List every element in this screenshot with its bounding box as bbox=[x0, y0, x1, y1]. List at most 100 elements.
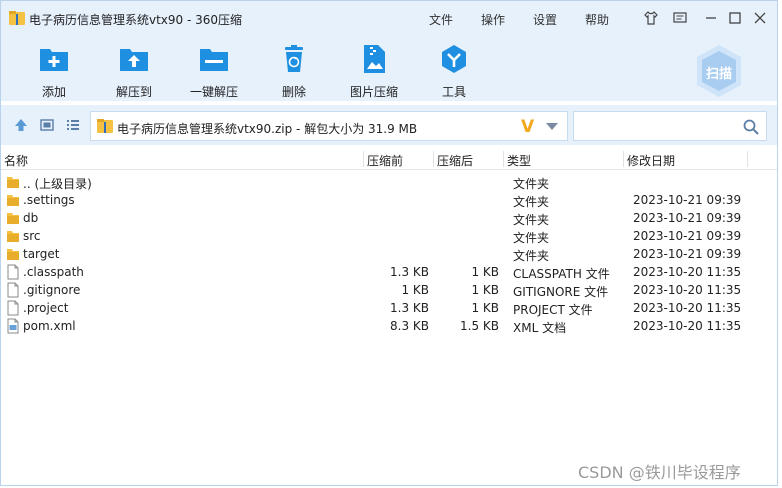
delete-label: 删除 bbox=[281, 85, 306, 99]
thumbnail-view-icon[interactable] bbox=[39, 117, 55, 133]
file-name: .. (上级目录) bbox=[23, 177, 92, 191]
modified-date: 2023-10-20 11:35 bbox=[633, 283, 742, 297]
folder-icon bbox=[6, 210, 20, 226]
add-button[interactable]: 添加 bbox=[18, 41, 90, 99]
one-click-extract-icon bbox=[200, 49, 228, 71]
v-badge-icon[interactable]: V bbox=[521, 117, 534, 137]
extract-to-button[interactable]: 解压到 bbox=[98, 41, 170, 99]
column-divider[interactable] bbox=[747, 151, 748, 167]
modified-date: 2023-10-20 11:35 bbox=[633, 301, 742, 315]
column-divider[interactable] bbox=[503, 151, 504, 167]
compressed-size: 1 KB bbox=[471, 301, 499, 315]
file-row[interactable]: .classpath 1.3 KB 1 KB CLASSPATH 文件 2023-10-… bbox=[1, 263, 777, 281]
modified-date: 2023-10-20 11:35 bbox=[633, 265, 742, 279]
search-input[interactable] bbox=[573, 111, 767, 141]
compressed-size: 1 KB bbox=[471, 265, 499, 279]
archive-path-field[interactable]: 电子病历信息管理系统vtx90.zip - 解包大小为 31.9 MB V bbox=[90, 111, 568, 141]
folder-icon bbox=[6, 174, 20, 190]
modified-date: 2023-10-21 09:39 bbox=[633, 193, 742, 207]
add-label: 添加 bbox=[41, 85, 66, 99]
list-view-icon[interactable] bbox=[65, 117, 81, 133]
up-arrow-icon[interactable] bbox=[13, 117, 29, 133]
file-type: GITIGNORE 文件 bbox=[513, 285, 609, 299]
menu-operation[interactable]: 操作 bbox=[481, 11, 505, 28]
file-name: target bbox=[23, 247, 60, 261]
close-icon[interactable] bbox=[752, 10, 768, 26]
image-compress-label: 图片压缩 bbox=[349, 85, 398, 99]
tools-button[interactable]: 工具 bbox=[418, 41, 490, 99]
file-list-header: 名称 压缩前 压缩后 类型 修改日期 bbox=[1, 149, 777, 170]
archive-path-text: 电子病历信息管理系统vtx90.zip - 解包大小为 31.9 MB bbox=[117, 122, 418, 136]
column-original-size[interactable]: 压缩前 bbox=[367, 152, 403, 169]
address-bar: 电子病历信息管理系统vtx90.zip - 解包大小为 31.9 MB V bbox=[1, 105, 777, 145]
file-icon bbox=[6, 264, 20, 280]
skin-icon[interactable] bbox=[643, 10, 659, 26]
image-compress-icon bbox=[364, 45, 385, 73]
modified-date: 2023-10-21 09:39 bbox=[633, 211, 742, 225]
archive-app-icon bbox=[9, 11, 25, 25]
toolbar: 添加 解压到 一键解压 删除 图片压缩 工具 扫描 bbox=[1, 35, 777, 101]
file-type: CLASSPATH 文件 bbox=[513, 267, 610, 281]
column-compressed-size[interactable]: 压缩后 bbox=[437, 152, 473, 169]
minimize-icon[interactable] bbox=[703, 10, 719, 26]
xml-file-icon bbox=[6, 318, 20, 334]
path-dropdown-icon[interactable] bbox=[546, 123, 558, 130]
extract-to-icon bbox=[120, 49, 148, 71]
file-name: pom.xml bbox=[23, 319, 76, 333]
column-divider[interactable] bbox=[363, 151, 364, 167]
menu-file[interactable]: 文件 bbox=[429, 11, 453, 28]
archive-file-icon bbox=[97, 119, 113, 133]
compressed-size: 1 KB bbox=[471, 283, 499, 297]
one-click-extract-label: 一键解压 bbox=[189, 85, 238, 99]
modified-date: 2023-10-21 09:39 bbox=[633, 247, 742, 261]
file-type: 文件夹 bbox=[513, 249, 550, 263]
compressed-size: 1.5 KB bbox=[460, 319, 499, 333]
maximize-icon[interactable] bbox=[727, 10, 743, 26]
file-row[interactable]: .. (上级目录) 文件夹 bbox=[1, 173, 777, 191]
title-bar: 电子病历信息管理系统vtx90 - 360压缩 文件 操作 设置 帮助 bbox=[1, 1, 777, 35]
delete-button[interactable]: 删除 bbox=[258, 41, 330, 99]
tools-label: 工具 bbox=[441, 85, 466, 99]
file-name: src bbox=[23, 229, 41, 243]
app-window: 电子病历信息管理系统vtx90 - 360压缩 文件 操作 设置 帮助 添加 解… bbox=[0, 0, 778, 486]
one-click-extract-button[interactable]: 一键解压 bbox=[178, 41, 250, 99]
file-type: 文件夹 bbox=[513, 213, 550, 227]
file-row[interactable]: target 文件夹 2023-10-21 09:39 bbox=[1, 245, 777, 263]
delete-icon bbox=[285, 45, 303, 72]
column-divider[interactable] bbox=[433, 151, 434, 167]
file-name: .gitignore bbox=[23, 283, 81, 297]
scan-label: 扫描 bbox=[705, 67, 732, 82]
file-name: db bbox=[23, 211, 39, 225]
feedback-icon[interactable] bbox=[672, 10, 688, 26]
file-row[interactable]: src 文件夹 2023-10-21 09:39 bbox=[1, 227, 777, 245]
scan-button[interactable]: 扫描 bbox=[693, 43, 745, 99]
add-icon bbox=[40, 49, 68, 71]
extract-to-label: 解压到 bbox=[115, 85, 152, 99]
original-size: 1 KB bbox=[401, 283, 429, 297]
menu-help[interactable]: 帮助 bbox=[585, 11, 609, 28]
file-type: 文件夹 bbox=[513, 231, 550, 245]
original-size: 1.3 KB bbox=[390, 301, 429, 315]
file-type: 文件夹 bbox=[513, 195, 550, 209]
file-type: PROJECT 文件 bbox=[513, 303, 593, 317]
file-row[interactable]: pom.xml 8.3 KB 1.5 KB XML 文档 2023-10-20 11:3… bbox=[1, 317, 777, 335]
file-row[interactable]: .gitignore 1 KB 1 KB GITIGNORE 文件 2023-10-20… bbox=[1, 281, 777, 299]
column-type[interactable]: 类型 bbox=[507, 152, 531, 169]
file-row[interactable]: db 文件夹 2023-10-21 09:39 bbox=[1, 209, 777, 227]
window-title: 电子病历信息管理系统vtx90 - 360压缩 bbox=[29, 13, 243, 27]
column-name[interactable]: 名称 bbox=[4, 152, 28, 169]
column-divider[interactable] bbox=[623, 151, 624, 167]
file-type: XML 文档 bbox=[513, 321, 567, 335]
file-icon bbox=[6, 282, 20, 298]
file-row[interactable]: .settings 文件夹 2023-10-21 09:39 bbox=[1, 191, 777, 209]
column-modified[interactable]: 修改日期 bbox=[627, 152, 675, 169]
watermark: CSDN @铁川毕设程序 bbox=[578, 463, 741, 482]
file-row[interactable]: .project 1.3 KB 1 KB PROJECT 文件 2023-10-20 1… bbox=[1, 299, 777, 317]
modified-date: 2023-10-20 11:35 bbox=[633, 319, 742, 333]
search-icon[interactable] bbox=[742, 118, 760, 136]
folder-icon bbox=[6, 228, 20, 244]
tools-icon bbox=[442, 45, 466, 73]
menu-settings[interactable]: 设置 bbox=[533, 11, 557, 28]
image-compress-button[interactable]: 图片压缩 bbox=[338, 41, 410, 99]
file-icon bbox=[6, 300, 20, 316]
